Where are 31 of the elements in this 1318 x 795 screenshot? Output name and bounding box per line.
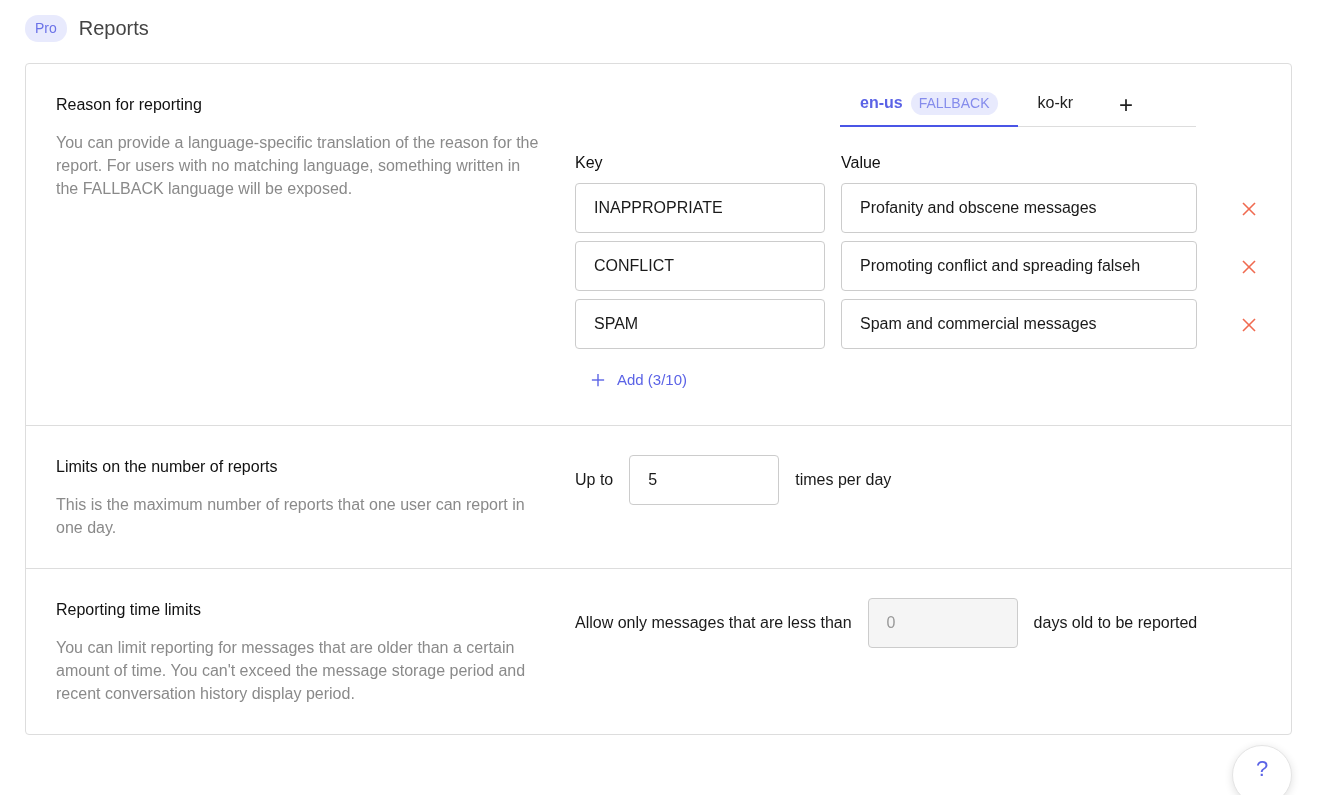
key-field[interactable]: CONFLICT [575, 241, 825, 291]
value-field[interactable]: Profanity and obscene messages [841, 183, 1197, 233]
plus-icon [591, 373, 605, 388]
value-field[interactable]: Promoting conflict and spreading falseh [841, 241, 1197, 291]
field-suffix: times per day [795, 469, 892, 490]
value-field[interactable]: Spam and commercial messages [841, 299, 1197, 349]
key-field[interactable]: SPAM [575, 299, 825, 349]
number-field[interactable]: 5 [629, 454, 780, 505]
section-title: Limits on the number of reports [56, 456, 279, 477]
column-header: Key [575, 153, 604, 173]
field-prefix: Up to [575, 469, 614, 490]
page-title: Reports [78, 16, 149, 41]
section-description: You can limit reporting for messages that are older than a certain amount of time. You can't exceed the message storage period and recent conversation history display period. [56, 637, 527, 704]
field-suffix: days old to be reported [1033, 612, 1198, 633]
close-icon [1241, 316, 1257, 333]
language-tab[interactable]: ko-kr [1017, 83, 1094, 127]
help-button[interactable]: ? [1232, 745, 1292, 795]
fallback-tag: FALLBACK [910, 91, 998, 115]
field-prefix: Allow only messages that are less than [575, 612, 852, 633]
section-description: You can provide a language-specific translation of the reason for the report. For users with no matching language, something written in the FALLBACK language will be exposed. [56, 133, 540, 199]
close-icon [1241, 200, 1257, 217]
section-title: Reason for reporting [56, 95, 203, 115]
plan-badge: Pro [25, 14, 67, 42]
section-title: Reporting time limits [56, 599, 202, 620]
close-icon [1241, 258, 1257, 275]
section-description: This is the maximum number of reports that one user can report in one day. [56, 494, 526, 538]
add-row-button[interactable]: Add (3/10) [575, 365, 704, 396]
key-field[interactable]: INAPPROPRIATE [575, 183, 825, 233]
column-header: Value [841, 153, 881, 173]
language-tab[interactable]: en-us FALLBACK [840, 83, 1018, 127]
add-language-button[interactable]: + [1103, 83, 1150, 126]
